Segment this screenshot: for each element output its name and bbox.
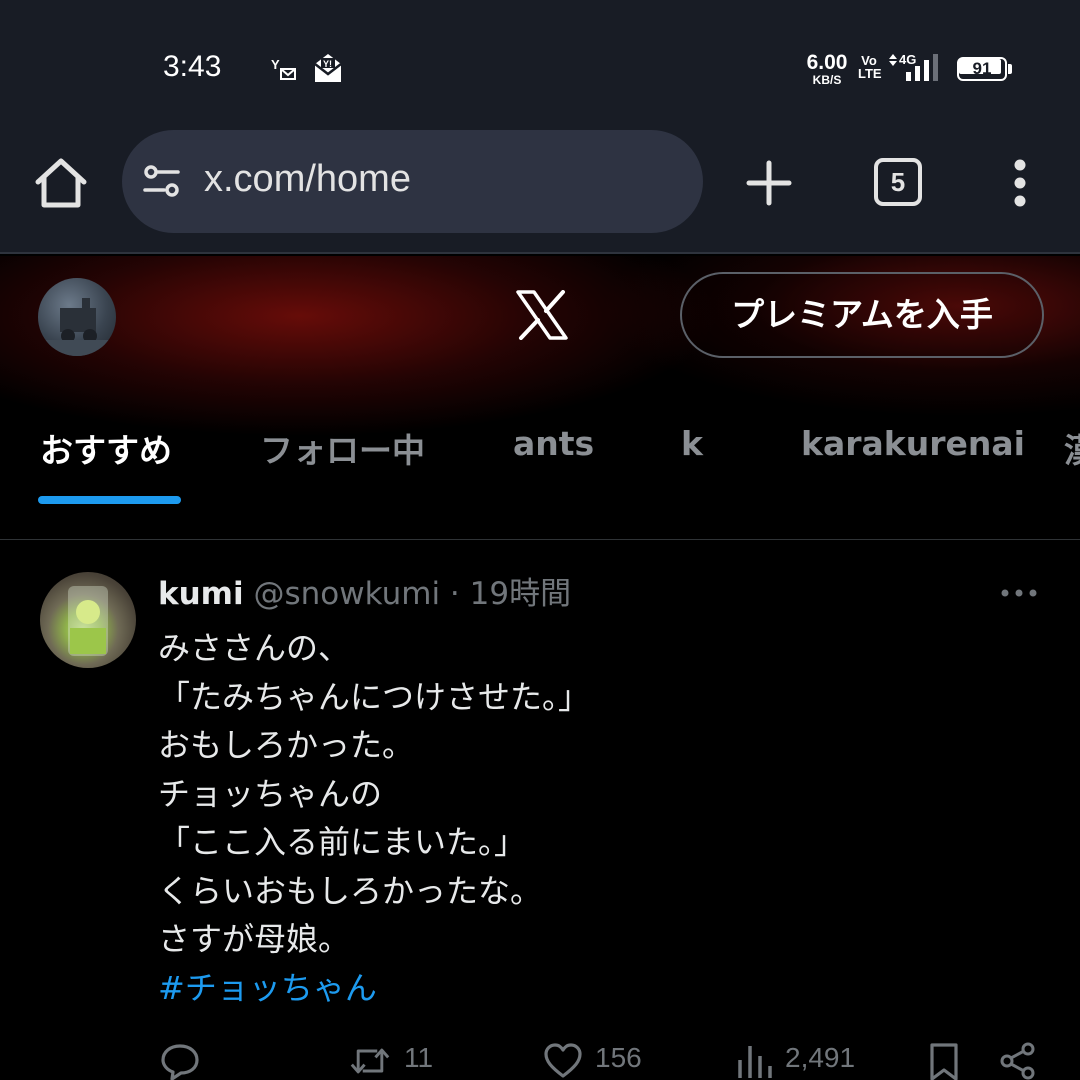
tweet-line: 「たみちゃんにつけさせた。」 <box>158 677 591 716</box>
like-count: 156 <box>595 1042 642 1073</box>
signal-icon: 4G <box>889 52 938 81</box>
tweet-text: みささんの、 「たみちゃんにつけさせた。」 おもしろかった。 チョッちゃんの 「… <box>158 624 590 1012</box>
heart-icon <box>544 1043 582 1078</box>
note-icon: Y <box>271 57 296 80</box>
share-icon <box>1000 1042 1035 1080</box>
status-time: 3:43 <box>163 50 222 83</box>
status-bar: 3:43 Y Y! 6.00 KB/S Vo LTE 4G 91 <box>0 0 1080 130</box>
avatar[interactable] <box>38 278 116 356</box>
more-horizontal-icon[interactable] <box>1000 586 1038 600</box>
hashtag-link[interactable]: #チョッちゃん <box>158 964 590 1013</box>
views-chart-icon <box>738 1046 772 1078</box>
get-premium-button[interactable]: プレミアムを入手 <box>680 272 1044 358</box>
plus-icon[interactable] <box>744 158 794 208</box>
battery-icon: 91 <box>957 57 1013 81</box>
tweet[interactable]: kumi @snowkumi · 19時間 みささんの、 「たみちゃんにつけさせ… <box>0 540 1080 1080</box>
svg-text:Y: Y <box>271 57 280 72</box>
tweet-header: kumi @snowkumi · 19時間 <box>158 574 571 614</box>
tweet-line: おもしろかった。 <box>158 726 415 764</box>
views-count: 2,491 <box>785 1042 856 1073</box>
tweet-line: くらいおもしろかったな。 <box>158 871 543 910</box>
tweet-line: さすが母娘。 <box>158 920 351 958</box>
network-type: 4G <box>899 52 916 67</box>
network-speed: 6.00 KB/S <box>803 52 851 86</box>
tab-recommended[interactable]: おすすめ <box>40 424 172 472</box>
tab-k[interactable]: k <box>681 424 703 463</box>
tab-ants[interactable]: ants <box>513 424 594 463</box>
volte-bottom: LTE <box>858 66 882 81</box>
reply-icon <box>161 1044 199 1080</box>
tab-switcher-icon[interactable]: 5 <box>874 158 922 206</box>
url-text[interactable]: x.com/home <box>204 158 411 201</box>
timeline-tabs: おすすめ フォロー中 ants k karakurenai 漢 <box>0 404 1080 508</box>
author-name[interactable]: kumi <box>158 576 244 612</box>
volte-indicator: Vo LTE <box>858 54 882 81</box>
more-vertical-icon[interactable] <box>1000 156 1040 210</box>
home-icon[interactable] <box>32 156 90 210</box>
avatar[interactable] <box>40 572 136 668</box>
tab-kan[interactable]: 漢 <box>1064 424 1080 472</box>
mail-icon: Y! <box>314 54 342 82</box>
tweet-actions: 11 156 2,491 <box>0 1040 1080 1080</box>
site-settings-icon[interactable] <box>142 163 182 199</box>
address-bar[interactable]: x.com/home <box>122 130 703 233</box>
separator-dot: · <box>449 576 460 612</box>
tab-following[interactable]: フォロー中 <box>260 424 425 472</box>
retweet-count: 11 <box>404 1042 434 1073</box>
retweet-icon <box>350 1048 390 1074</box>
author-handle[interactable]: @snowkumi <box>253 576 440 612</box>
tab-karakurenai[interactable]: karakurenai <box>801 424 1025 463</box>
active-tab-indicator <box>38 496 181 504</box>
x-header: プレミアムを入手 おすすめ フォロー中 ants k karakurenai 漢 <box>0 256 1080 508</box>
browser-toolbar: x.com/home 5 <box>0 130 1080 254</box>
svg-text:Y!: Y! <box>323 59 332 69</box>
tweet-line: 「ここ入る前にまいた。」 <box>158 823 527 861</box>
network-speed-value: 6.00 <box>806 51 848 74</box>
tweet-time[interactable]: 19時間 <box>470 576 571 612</box>
x-logo-icon[interactable] <box>515 290 569 340</box>
bookmark-icon <box>930 1043 958 1080</box>
battery-level: 91 <box>972 59 992 78</box>
tweet-line: みささんの、 <box>158 629 351 667</box>
network-speed-unit: KB/S <box>812 73 842 87</box>
tweet-line: チョッちゃんの <box>158 774 383 813</box>
